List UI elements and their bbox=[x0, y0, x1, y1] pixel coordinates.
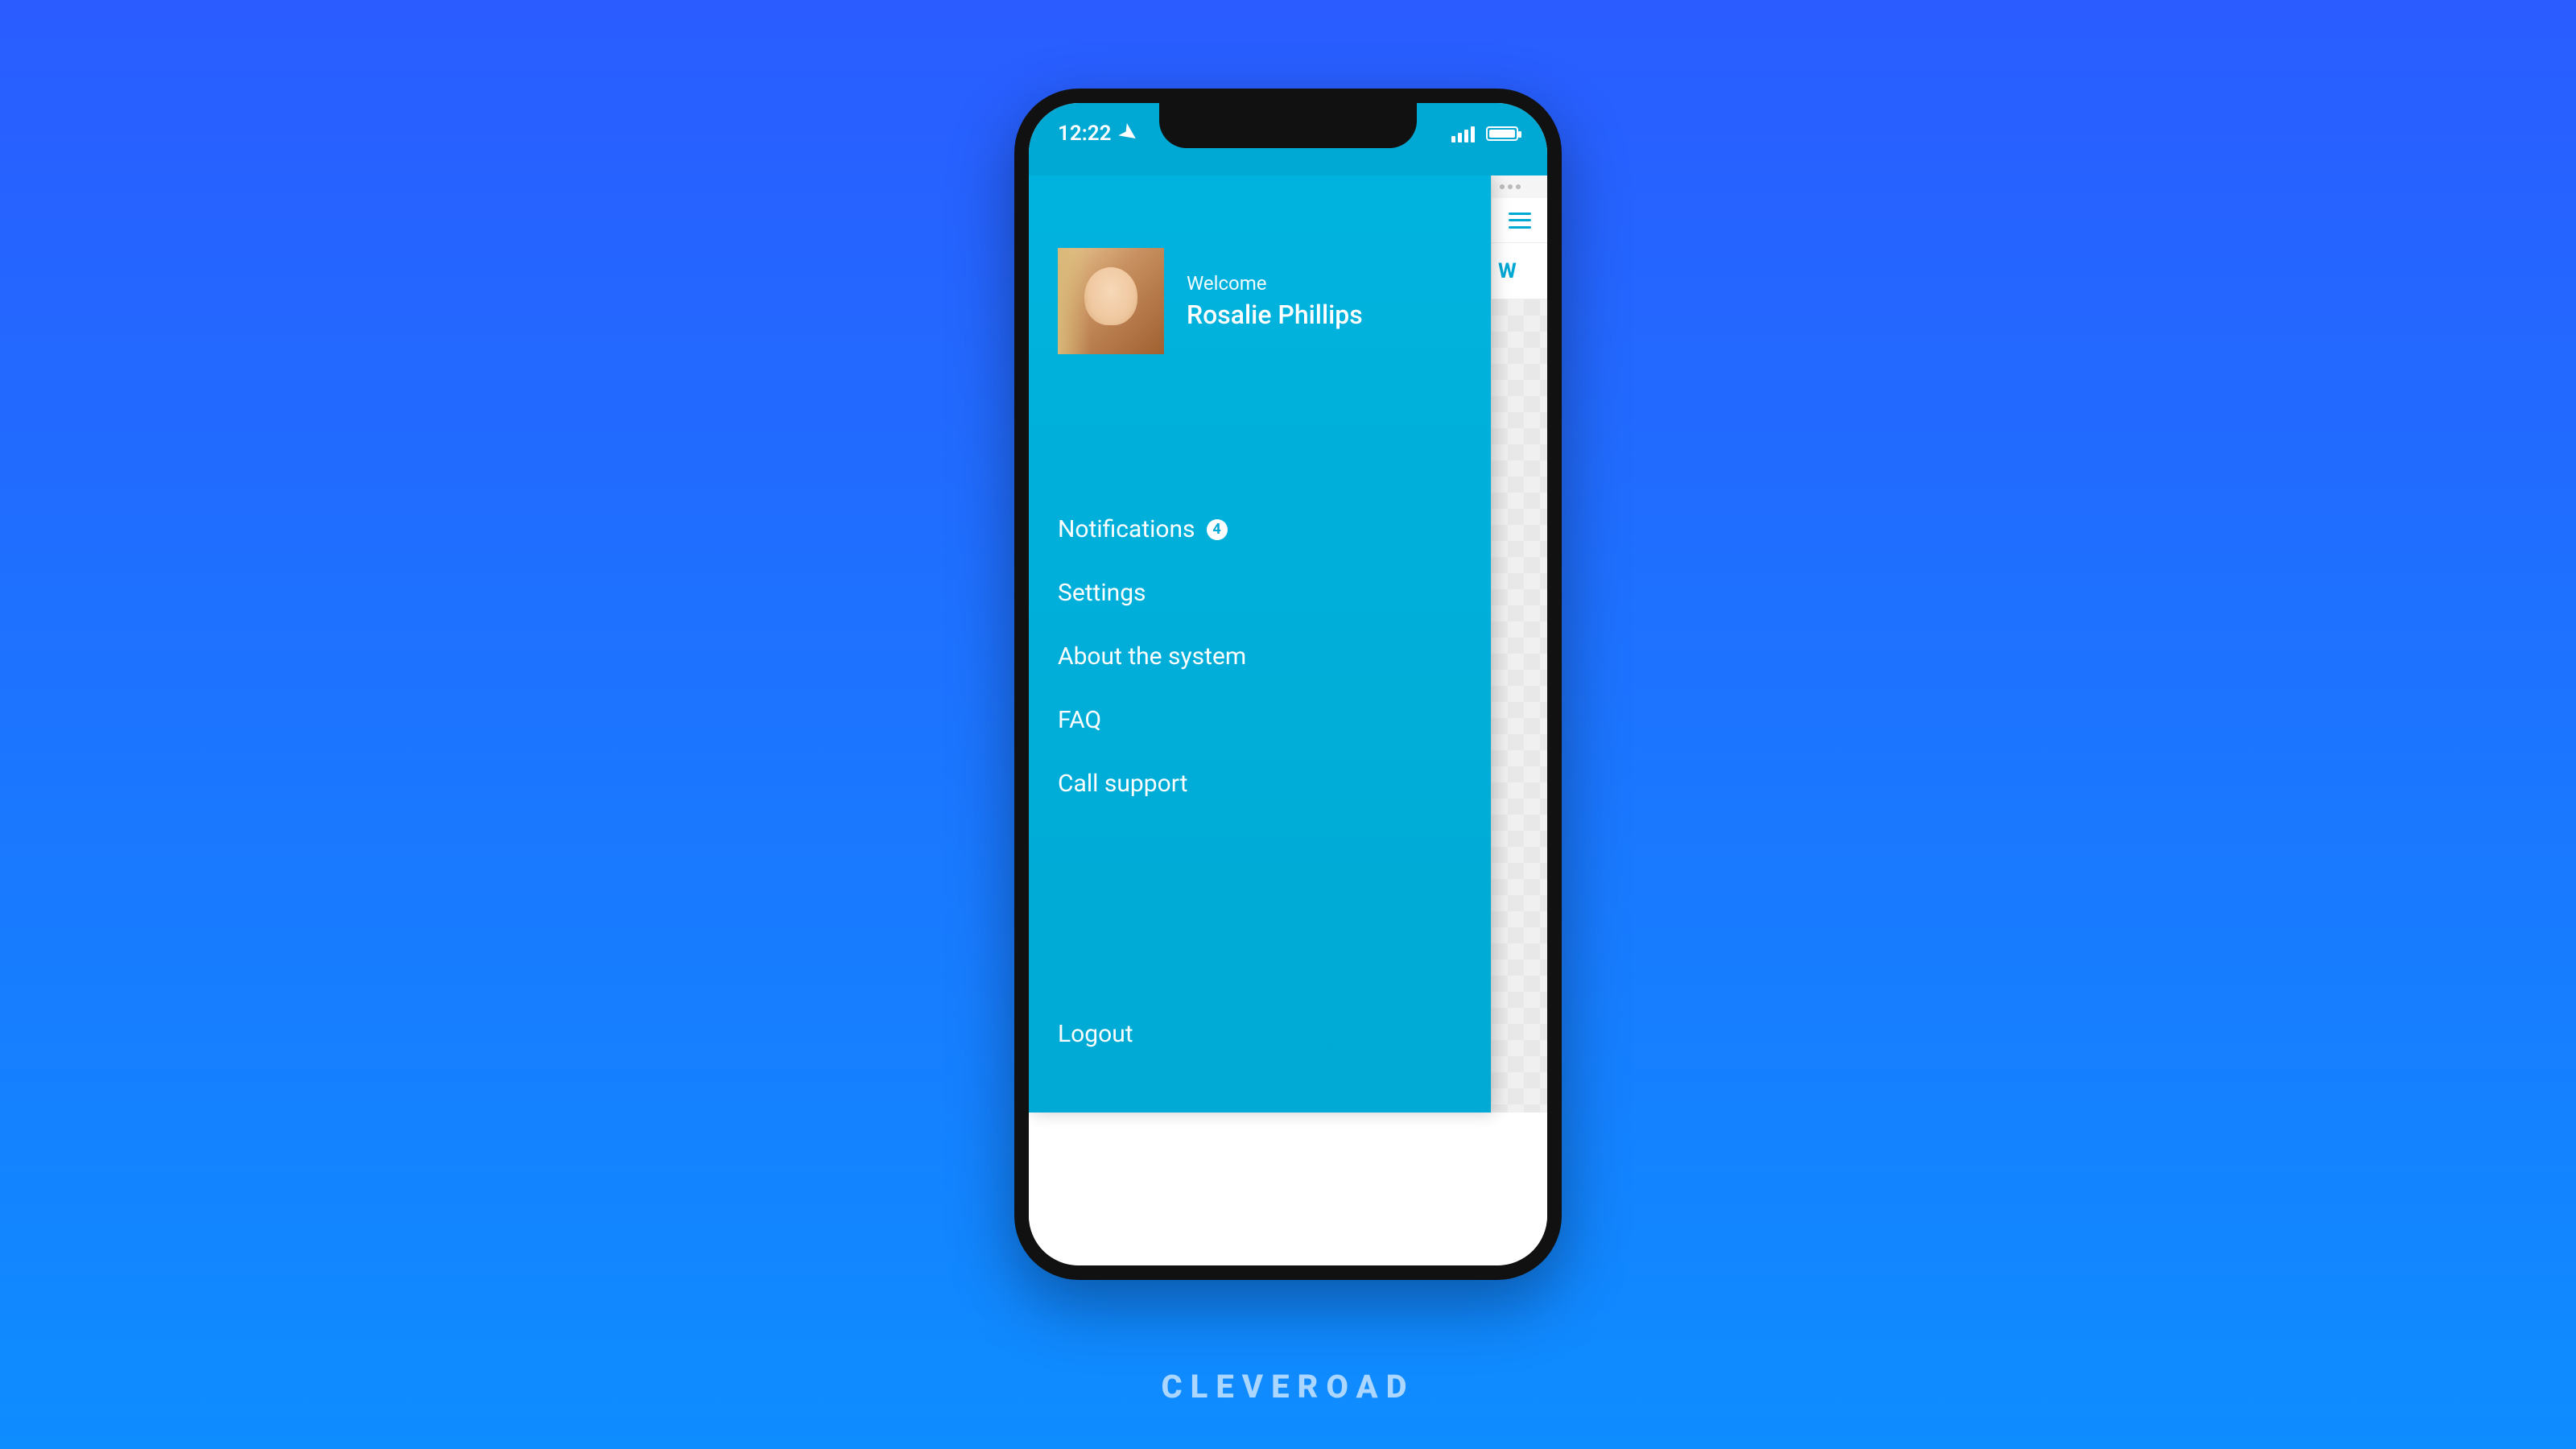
welcome-label: Welcome bbox=[1187, 272, 1363, 295]
menu-item-faq[interactable]: FAQ bbox=[1058, 706, 1462, 734]
signal-icon bbox=[1451, 125, 1475, 142]
username-label: Rosalie Phillips bbox=[1187, 299, 1363, 330]
menu-item-label: Settings bbox=[1058, 579, 1146, 607]
menu-item-call-support[interactable]: Call support bbox=[1058, 770, 1462, 798]
peek-navbar bbox=[1492, 198, 1547, 243]
phone-notch bbox=[1159, 103, 1417, 148]
menu-item-settings[interactable]: Settings bbox=[1058, 579, 1462, 607]
logout-label: Logout bbox=[1058, 1020, 1133, 1048]
underlying-screen-peek[interactable]: W bbox=[1491, 175, 1547, 1113]
menu-item-label: Notifications bbox=[1058, 515, 1195, 543]
peek-dots bbox=[1492, 175, 1547, 198]
profile-block[interactable]: Welcome Rosalie Phillips bbox=[1058, 248, 1462, 354]
phone-screen: 12:22 ➤ W bbox=[1029, 103, 1547, 1265]
status-time: 12:22 bbox=[1058, 122, 1112, 146]
phone-mockup: 12:22 ➤ W bbox=[1014, 89, 1562, 1280]
menu-item-notifications[interactable]: Notifications 4 bbox=[1058, 515, 1462, 543]
menu-item-label: FAQ bbox=[1058, 706, 1101, 734]
brand-watermark: CLEVEROAD bbox=[1161, 1368, 1414, 1406]
notifications-badge: 4 bbox=[1207, 519, 1228, 540]
menu-item-logout[interactable]: Logout bbox=[1058, 1020, 1133, 1048]
location-arrow-icon: ➤ bbox=[1114, 118, 1142, 148]
map-preview[interactable] bbox=[1492, 299, 1547, 1113]
side-drawer: Welcome Rosalie Phillips Notifications 4… bbox=[1029, 175, 1491, 1113]
menu-item-label: About the system bbox=[1058, 642, 1246, 671]
avatar[interactable] bbox=[1058, 248, 1164, 354]
menu-item-label: Call support bbox=[1058, 770, 1187, 798]
battery-icon bbox=[1486, 126, 1518, 141]
hamburger-icon[interactable] bbox=[1509, 213, 1531, 229]
drawer-menu: Notifications 4 Settings About the syste… bbox=[1058, 515, 1462, 798]
peek-title-fragment: W bbox=[1492, 243, 1547, 299]
menu-item-about[interactable]: About the system bbox=[1058, 642, 1462, 671]
